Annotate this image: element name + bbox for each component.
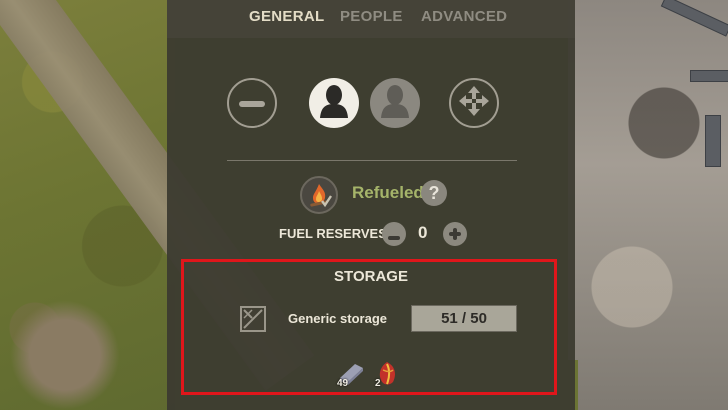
person-icon (380, 84, 410, 123)
storage-item[interactable]: 2 (373, 360, 401, 389)
tab-people[interactable]: PEOPLE (340, 8, 403, 25)
person-icon (319, 84, 349, 123)
increase-fuel-button[interactable] (443, 222, 467, 246)
plus-icon (449, 225, 461, 243)
decrease-fuel-button[interactable] (382, 222, 406, 246)
assigned-worker-slot[interactable] (309, 78, 359, 128)
fuel-reserves-value: 0 (418, 223, 428, 242)
storage-item[interactable]: 49 (337, 360, 365, 389)
crate-icon (240, 306, 266, 332)
fuel-reserves-label: FUEL RESERVES (279, 226, 387, 241)
move-arrows-icon (459, 85, 489, 121)
tab-general[interactable]: GENERAL (249, 8, 324, 25)
rocky-terrain (568, 0, 728, 410)
fuel-status-text: Refueled (352, 183, 424, 202)
divider (227, 160, 517, 161)
item-count: 49 (337, 378, 349, 389)
wooden-structure (705, 115, 721, 167)
minus-icon (388, 225, 400, 243)
remove-worker-button[interactable] (227, 78, 277, 128)
dirt-patch (10, 300, 120, 410)
campfire-icon (300, 176, 338, 214)
tab-advanced[interactable]: ADVANCED (421, 8, 507, 25)
tab-bar: GENERAL PEOPLE ADVANCED (167, 0, 575, 38)
building-info-panel: GENERAL PEOPLE ADVANCED Refueled ? FUEL … (167, 0, 575, 410)
storage-type-label: Generic storage (288, 311, 387, 326)
item-count: 2 (375, 378, 381, 389)
wooden-structure (690, 70, 728, 82)
move-building-button[interactable] (449, 78, 499, 128)
minus-icon (239, 94, 265, 112)
help-button[interactable]: ? (421, 180, 447, 206)
storage-capacity: 51 / 50 (411, 305, 517, 332)
storage-title: STORAGE (334, 268, 408, 285)
empty-worker-slot[interactable] (370, 78, 420, 128)
